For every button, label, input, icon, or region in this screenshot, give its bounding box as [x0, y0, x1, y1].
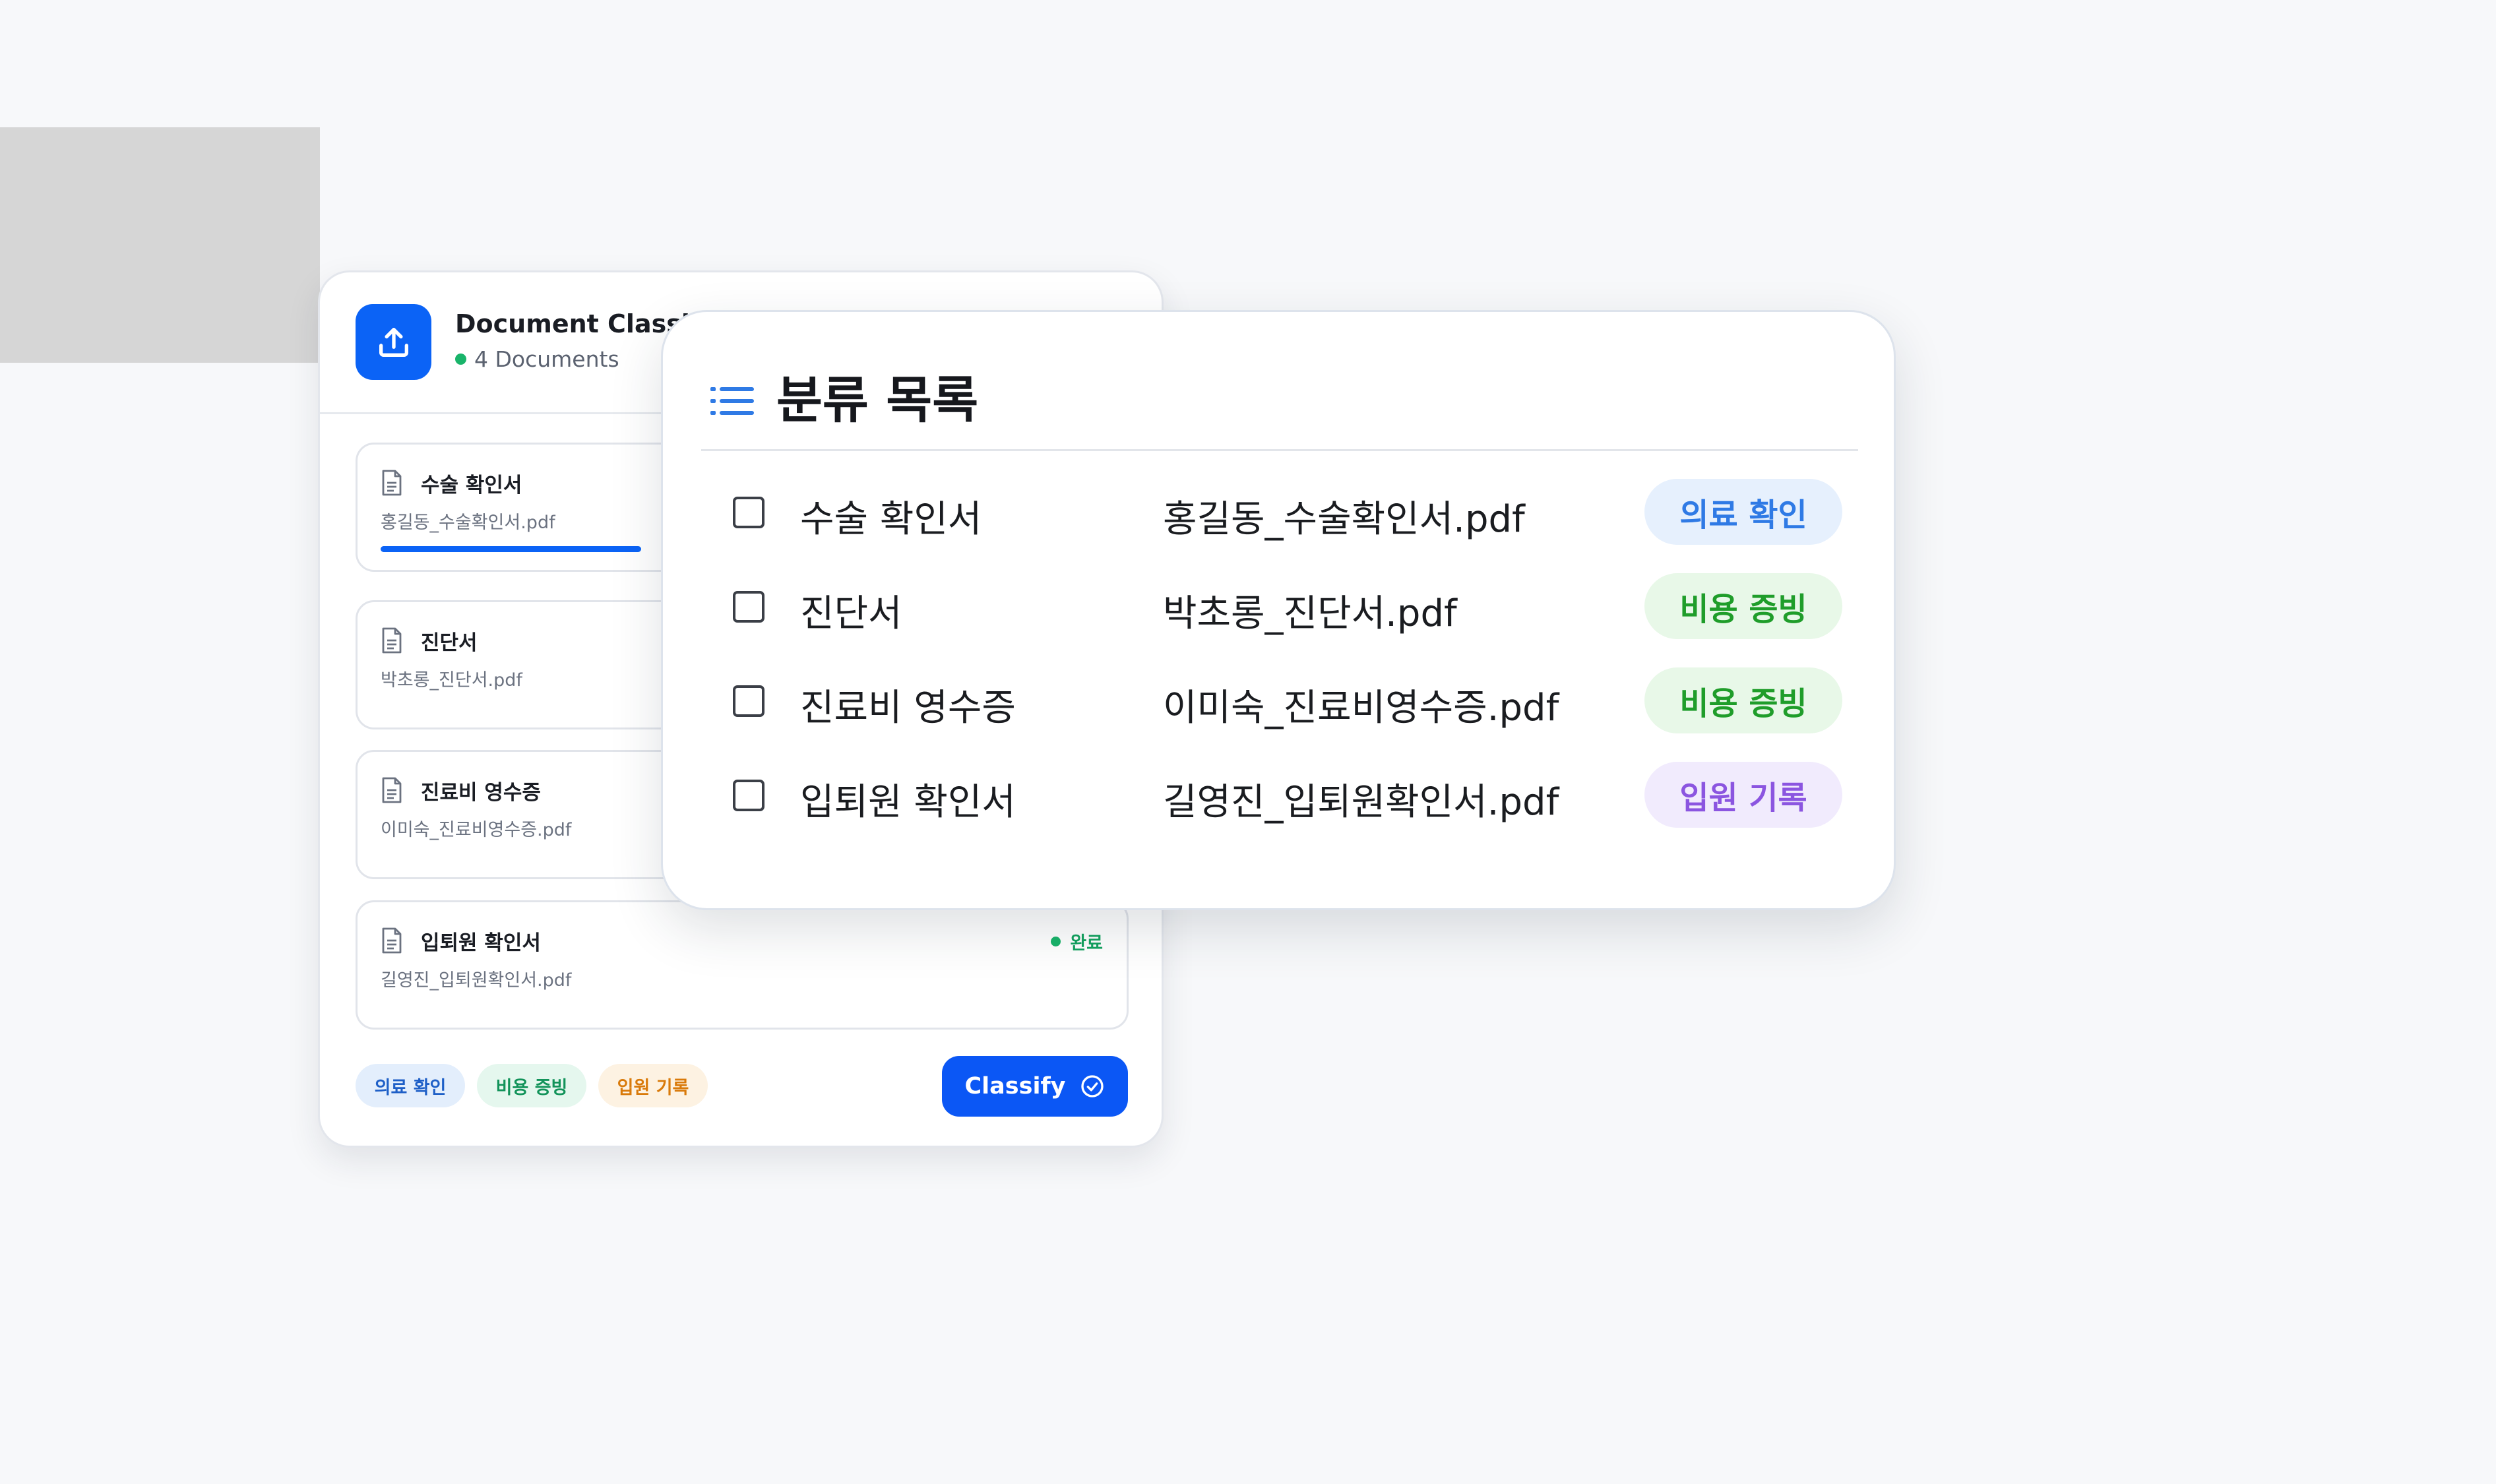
check-circle-icon: [1080, 1075, 1104, 1098]
document-name: 입퇴원 확인서: [421, 931, 541, 955]
category-tag[interactable]: 입원 기록: [1644, 762, 1842, 828]
document-count: 4 Documents: [455, 346, 619, 372]
document-icon: [382, 927, 402, 954]
list-item: 수술 확인서 홍길동_수술확인서.pdf 의료 확인: [663, 479, 1894, 545]
document-name: 진단서: [421, 631, 478, 655]
tag-admission[interactable]: 입원 기록: [598, 1064, 708, 1107]
document-filename: 길영진_입퇴원확인서.pdf: [381, 970, 572, 991]
list-item: 입퇴원 확인서 길영진_입퇴원확인서.pdf 입원 기록: [663, 762, 1894, 828]
status-dot: [455, 354, 466, 365]
row-checkbox[interactable]: [733, 780, 764, 811]
row-checkbox[interactable]: [733, 591, 764, 623]
category-tag[interactable]: 비용 증빙: [1644, 573, 1842, 639]
panel-title: 분류 목록: [776, 371, 979, 429]
document-name: 수술 확인서: [421, 474, 522, 497]
document-icon: [382, 470, 402, 496]
document-name: 진료비 영수증: [800, 687, 1016, 729]
document-name: 입퇴원 확인서: [800, 781, 1016, 824]
document-name: 진단서: [800, 592, 902, 635]
category-tag[interactable]: 의료 확인: [1644, 479, 1842, 545]
divider: [701, 449, 1858, 451]
row-checkbox[interactable]: [733, 685, 764, 717]
row-checkbox[interactable]: [733, 497, 764, 528]
progress-bar: [381, 546, 641, 552]
category-tag[interactable]: 비용 증빙: [1644, 667, 1842, 733]
document-name: 수술 확인서: [800, 498, 982, 541]
upload-icon: [379, 327, 408, 357]
classify-button-label: Classify: [964, 1073, 1066, 1099]
image-placeholder: [0, 127, 320, 363]
status-dot: [1051, 937, 1061, 946]
document-name: 진료비 영수증: [421, 781, 541, 805]
document-filename: 홍길동_수술확인서.pdf: [1163, 498, 1525, 541]
document-icon: [382, 627, 402, 654]
classification-list-panel: 분류 목록 수술 확인서 홍길동_수술확인서.pdf 의료 확인 진단서 박초롱…: [661, 310, 1896, 910]
document-filename: 이미숙_진료비영수증.pdf: [381, 820, 572, 840]
document-filename: 박초롱_진단서.pdf: [381, 670, 522, 691]
tag-medical[interactable]: 의료 확인: [356, 1064, 465, 1107]
document-count-label: 4 Documents: [474, 346, 619, 372]
classify-button[interactable]: Classify: [942, 1056, 1128, 1117]
document-filename: 길영진_입퇴원확인서.pdf: [1163, 781, 1559, 824]
list-item: 진료비 영수증 이미숙_진료비영수증.pdf 비용 증빙: [663, 667, 1894, 733]
list-item: 진단서 박초롱_진단서.pdf 비용 증빙: [663, 573, 1894, 639]
document-filename: 이미숙_진료비영수증.pdf: [1163, 687, 1559, 729]
status-label: 완료: [1070, 933, 1103, 954]
document-filename: 박초롱_진단서.pdf: [1163, 592, 1457, 635]
document-icon: [382, 777, 402, 803]
tag-cost[interactable]: 비용 증빙: [477, 1064, 586, 1107]
document-filename: 홍길동_수술확인서.pdf: [381, 512, 555, 533]
upload-button[interactable]: [356, 304, 431, 380]
page: Document Classifi 4 Documents 수술 확인서 홍길동…: [0, 0, 2496, 1484]
document-card[interactable]: 입퇴원 확인서 길영진_입퇴원확인서.pdf 완료: [356, 900, 1129, 1030]
list-icon: [710, 387, 754, 415]
status-badge: 완료: [1051, 929, 1103, 954]
